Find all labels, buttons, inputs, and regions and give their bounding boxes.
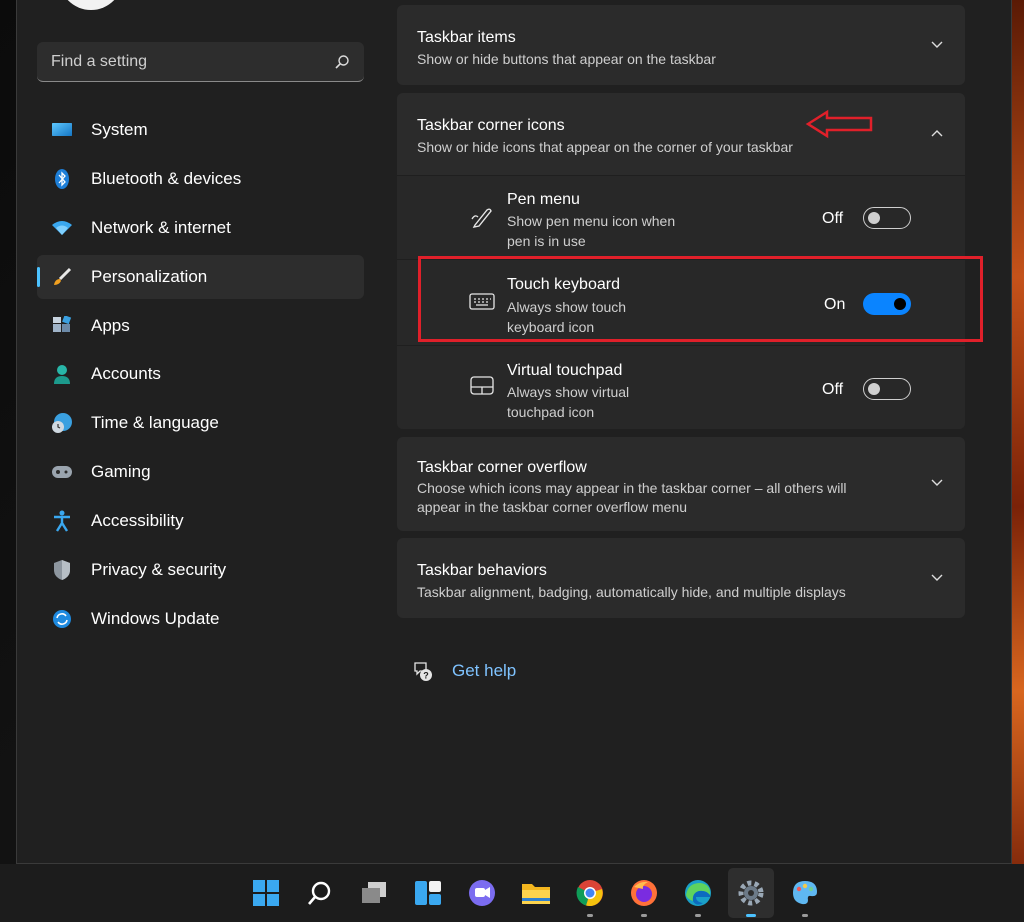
paint-icon[interactable] <box>788 876 822 910</box>
chevron-down-icon[interactable] <box>929 475 945 491</box>
sidebar-item-label: Accessibility <box>91 511 184 531</box>
sidebar-item-accounts[interactable]: Accounts <box>37 352 364 396</box>
file-explorer-icon[interactable] <box>519 876 553 910</box>
sidebar-item-apps[interactable]: Apps <box>37 304 364 348</box>
taskbar-items-card[interactable]: Taskbar items Show or hide buttons that … <box>397 5 965 85</box>
card-subtitle: Show or hide icons that appear on the co… <box>417 139 793 155</box>
row-subtitle: Show pen menu icon when <box>507 213 676 229</box>
task-view-icon[interactable] <box>357 876 391 910</box>
toggle-state-label: Off <box>822 210 844 227</box>
chat-icon[interactable] <box>465 876 499 910</box>
row-title: Pen menu <box>507 191 580 208</box>
virtual-touchpad-toggle[interactable] <box>863 378 911 400</box>
card-title: Taskbar behaviors <box>417 562 547 579</box>
update-icon <box>51 608 73 630</box>
card-subtitle: Show or hide buttons that appear on the … <box>417 51 716 67</box>
taskbar-behaviors-card[interactable]: Taskbar behaviors Taskbar alignment, bad… <box>397 538 965 618</box>
chevron-down-icon[interactable] <box>929 570 945 586</box>
card-subtitle: appear in the taskbar corner overflow me… <box>417 499 688 515</box>
sidebar-item-label: Apps <box>91 315 130 335</box>
chevron-down-icon[interactable] <box>929 37 945 53</box>
taskbar-icons <box>0 864 1024 922</box>
running-indicator <box>641 914 647 917</box>
edge-icon[interactable] <box>681 876 715 910</box>
sidebar-item-bluetooth[interactable]: Bluetooth & devices <box>37 157 364 201</box>
running-indicator <box>802 914 808 917</box>
sidebar-item-accessibility[interactable]: Accessibility <box>37 499 364 543</box>
brush-icon <box>51 266 73 288</box>
sidebar-item-label: Gaming <box>91 462 151 482</box>
sidebar-item-network[interactable]: Network & internet <box>37 206 364 250</box>
search-box[interactable]: Find a setting <box>37 42 364 82</box>
sidebar-item-windows-update[interactable]: Windows Update <box>37 597 364 641</box>
row-subtitle: pen is in use <box>507 233 586 249</box>
windows-start-icon[interactable] <box>249 876 283 910</box>
gamepad-icon <box>51 461 73 483</box>
shield-icon <box>51 559 73 581</box>
sidebar-item-privacy-security[interactable]: Privacy & security <box>37 548 364 592</box>
sidebar-item-label: Personalization <box>91 266 208 286</box>
get-help-label[interactable]: Get help <box>452 661 516 681</box>
sidebar-item-label: Time & language <box>91 413 219 433</box>
pen-menu-row: Pen menu Show pen menu icon when pen is … <box>397 175 965 259</box>
row-subtitle: Always show virtual <box>507 384 630 400</box>
sidebar-item-label: System <box>91 120 148 139</box>
touch-keyboard-highlight-box <box>418 256 983 342</box>
card-subtitle: Taskbar alignment, badging, automaticall… <box>417 584 846 600</box>
sidebar-item-gaming[interactable]: Gaming <box>37 450 364 494</box>
running-indicator <box>587 914 593 917</box>
search-icon[interactable] <box>303 876 337 910</box>
row-title: Virtual touchpad <box>507 362 623 379</box>
widgets-icon[interactable] <box>411 876 445 910</box>
sidebar-item-personalization[interactable]: Personalization <box>37 254 364 299</box>
firefox-icon[interactable] <box>627 876 661 910</box>
bluetooth-icon <box>51 168 73 190</box>
svg-text:?: ? <box>423 671 429 681</box>
running-indicator <box>695 914 701 917</box>
sidebar-item-label: Windows Update <box>91 608 220 628</box>
apps-icon <box>51 315 73 337</box>
wifi-icon <box>51 217 73 239</box>
sidebar-item-label: Bluetooth & devices <box>91 168 242 188</box>
virtual-touchpad-row: Virtual touchpad Always show virtual tou… <box>397 345 965 429</box>
system-icon <box>51 119 73 141</box>
chevron-up-icon[interactable] <box>929 125 945 141</box>
help-chat-icon: ? <box>414 662 432 681</box>
red-arrow-annotation <box>805 109 873 139</box>
sidebar-item-system[interactable]: System <box>37 108 364 152</box>
search-input[interactable]: Find a setting <box>51 53 334 71</box>
sidebar-item-label: Privacy & security <box>91 560 227 580</box>
sidebar-item-label: Network & internet <box>91 217 231 237</box>
pen-menu-toggle[interactable] <box>863 207 911 229</box>
search-icon[interactable] <box>334 54 350 70</box>
active-indicator <box>746 914 756 917</box>
toggle-state-label: Off <box>822 381 844 398</box>
accessibility-icon <box>51 510 73 532</box>
row-subtitle: touchpad icon <box>507 404 595 420</box>
settings-icon[interactable] <box>734 876 768 910</box>
clock-globe-icon <box>51 412 73 434</box>
taskbar-corner-overflow-card[interactable]: Taskbar corner overflow Choose which ico… <box>397 437 965 531</box>
avatar[interactable] <box>59 0 123 10</box>
sidebar-nav: System Bluetooth & devices Network & int… <box>37 108 364 646</box>
pen-icon <box>471 208 492 228</box>
card-title: Taskbar corner overflow <box>417 459 587 476</box>
sidebar-item-time-language[interactable]: Time & language <box>37 401 364 445</box>
card-subtitle: Choose which icons may appear in the tas… <box>417 480 847 496</box>
accounts-icon <box>51 363 73 385</box>
sidebar-item-label: Accounts <box>91 364 161 384</box>
card-title: Taskbar corner icons <box>417 117 565 134</box>
desktop-wallpaper <box>1012 0 1024 922</box>
corner-icons-header[interactable]: Taskbar corner icons Show or hide icons … <box>397 93 965 175</box>
get-help-link[interactable]: ? Get help <box>412 660 516 682</box>
touchpad-icon <box>470 376 494 395</box>
card-title: Taskbar items <box>417 29 516 46</box>
chrome-icon[interactable] <box>573 876 607 910</box>
